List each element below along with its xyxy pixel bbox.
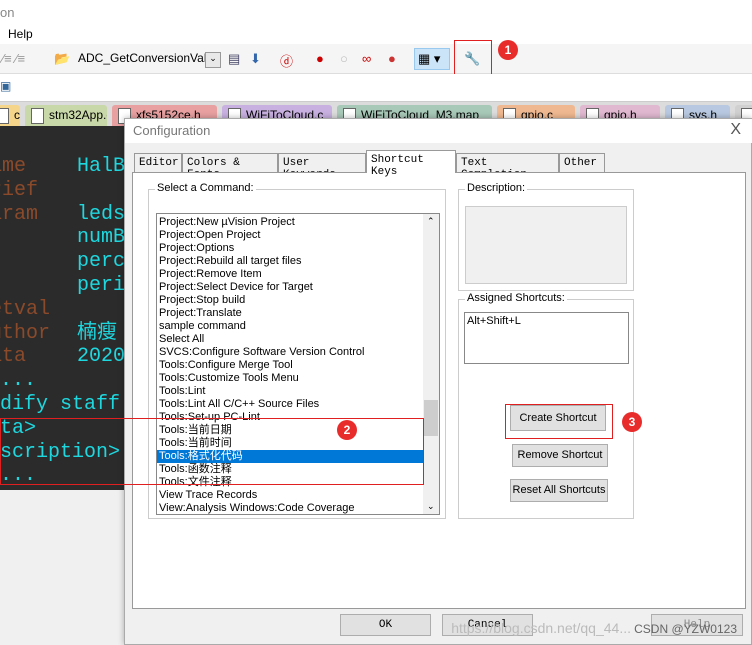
watermark-url: https://blog.csdn.net/qq_44... xyxy=(451,620,631,636)
command-item[interactable]: sample command xyxy=(157,320,423,333)
code-keyword: rief xyxy=(0,178,39,202)
breakpoint-icon[interactable]: ● xyxy=(316,51,324,66)
command-item[interactable]: SVCS:Configure Software Version Control xyxy=(157,346,423,359)
code-line: aram leds xyxy=(0,202,124,226)
code-line: rief xyxy=(0,178,39,202)
annotation-badge-1: 1 xyxy=(498,40,518,60)
code-keyword: etval xyxy=(0,297,51,321)
breakpoints-icon[interactable]: ∞ xyxy=(362,51,371,66)
tab-user-keywords[interactable]: User Keywords xyxy=(278,153,366,181)
menu-bar: Help xyxy=(0,24,752,44)
file-tab[interactable]: stm32App.c xyxy=(25,105,107,127)
command-item[interactable]: Tools:Lint xyxy=(157,385,423,398)
menu-help[interactable]: Help xyxy=(8,27,33,41)
binoculars-icon[interactable]: ⬇ xyxy=(250,51,261,67)
ok-button[interactable]: OK xyxy=(340,614,431,636)
annotation-badge-2: 2 xyxy=(337,420,357,440)
command-item[interactable]: View:Analysis Windows:Code Coverage xyxy=(157,502,423,514)
command-item[interactable]: Tools:Lint All C/C++ Source Files xyxy=(157,398,423,411)
code-line: uthor 楠瘦 xyxy=(0,321,117,345)
code-value: peri xyxy=(77,274,124,297)
command-item[interactable]: Project:Stop build xyxy=(157,294,423,307)
debug-icon[interactable]: ⓓ xyxy=(280,51,293,70)
open-folder-icon[interactable]: 📂 xyxy=(54,51,70,67)
chevron-down-icon[interactable]: ⌄ xyxy=(205,52,221,68)
highlight-box-1 xyxy=(454,40,492,78)
app-title: on xyxy=(0,5,15,20)
app-title-bar: on xyxy=(0,0,752,24)
indent-icon[interactable]: ⁄≡ ⁄≡ xyxy=(2,51,25,66)
assigned-shortcuts-label: Assigned Shortcuts: xyxy=(465,292,567,304)
remove-shortcut-button[interactable]: Remove Shortcut xyxy=(512,444,608,467)
window-icon[interactable]: ▣ xyxy=(0,79,11,93)
target-combo[interactable]: ADC_GetConversionValue xyxy=(78,51,220,65)
command-item[interactable]: Project:Options xyxy=(157,242,423,255)
scroll-down-icon[interactable]: ⌄ xyxy=(427,501,435,512)
command-item[interactable]: Project:Select Device for Target xyxy=(157,281,423,294)
scroll-up-icon[interactable]: ⌃ xyxy=(427,216,435,227)
shortcut-item[interactable]: Alt+Shift+L xyxy=(467,315,626,327)
code-keyword: uthor xyxy=(0,321,51,345)
breakpoint-disabled-icon[interactable]: ○ xyxy=(340,51,348,66)
find-icon[interactable]: ▤ xyxy=(228,51,240,67)
description-label: Description: xyxy=(465,182,528,194)
annotation-badge-3: 3 xyxy=(622,412,642,432)
command-item[interactable]: Project:Rebuild all target files xyxy=(157,255,423,268)
file-tab[interactable]: c xyxy=(0,105,20,127)
tab-shortcut-keys[interactable]: Shortcut Keys xyxy=(366,150,456,178)
command-item[interactable]: Project:Translate xyxy=(157,307,423,320)
command-item[interactable]: Project:Remove Item xyxy=(157,268,423,281)
configuration-dialog: Configuration X EditorColors & FontsUser… xyxy=(124,118,752,645)
code-value: HalB xyxy=(77,155,124,178)
kill-breakpoints-icon[interactable]: ● xyxy=(388,51,396,66)
code-value: numB xyxy=(77,226,124,250)
code-line: etval xyxy=(0,297,51,321)
code-keyword: ame xyxy=(0,155,27,178)
secondary-toolbar: ▣ xyxy=(0,74,752,102)
command-item[interactable]: Tools:Configure Merge Tool xyxy=(157,359,423,372)
code-keyword: aram xyxy=(0,202,39,226)
command-item[interactable]: Select All xyxy=(157,333,423,346)
scrollbar-thumb[interactable] xyxy=(424,400,438,436)
command-item[interactable]: Project:New µVision Project xyxy=(157,216,423,229)
command-item[interactable]: Project:Open Project xyxy=(157,229,423,242)
code-line: ata 2020 xyxy=(0,345,124,369)
command-item[interactable]: View Trace Records xyxy=(157,489,423,502)
toolbar: ⁄≡ ⁄≡ 📂 ADC_GetConversionValue ⌄ ▤ ⬇ ⓓ ●… xyxy=(0,44,752,74)
tab-text-completion[interactable]: Text Completion xyxy=(456,153,559,181)
code-keyword: ata xyxy=(0,345,27,369)
command-item[interactable]: Tools:Customize Tools Menu xyxy=(157,372,423,385)
list-scrollbar[interactable]: ⌃ ⌄ xyxy=(423,214,439,514)
tab-colors-fonts[interactable]: Colors & Fonts xyxy=(182,153,278,181)
code-value: leds xyxy=(77,202,124,226)
tab-editor[interactable]: Editor xyxy=(134,153,182,172)
close-icon[interactable]: X xyxy=(730,121,741,139)
tab-other[interactable]: Other xyxy=(559,153,605,172)
code-value: odify staff xyxy=(0,393,121,416)
dialog-title: Configuration xyxy=(125,119,752,143)
select-command-label: Select a Command: xyxy=(155,182,256,194)
watermark-author: CSDN @YZW0123 xyxy=(634,622,737,636)
shortcut-keys-panel: Select a Command: View:Analysis Windows:… xyxy=(132,172,746,609)
description-group: Description: xyxy=(458,182,634,291)
assigned-shortcuts-list[interactable]: Alt+Shift+L xyxy=(464,312,629,364)
code-value: ... xyxy=(0,369,37,393)
highlight-box-3 xyxy=(505,404,613,439)
highlight-box-2 xyxy=(0,418,424,485)
code-line: ame HalB xyxy=(0,155,124,178)
code-value: perc xyxy=(77,250,124,274)
code-value: 楠瘦 xyxy=(77,321,117,345)
reset-all-shortcuts-button[interactable]: Reset All Shortcuts xyxy=(510,479,608,502)
description-box xyxy=(465,206,627,284)
window-layout-button[interactable]: ▦ ▾ xyxy=(414,48,450,70)
code-value: 2020 xyxy=(77,345,124,369)
